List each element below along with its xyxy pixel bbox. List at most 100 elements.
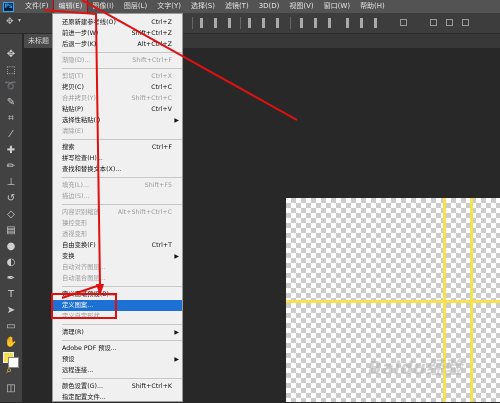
edit-menu-item[interactable]: 查找和替换文本(X)... (53, 164, 182, 175)
menu-view[interactable]: 视图(V) (284, 0, 318, 13)
menu-item-shortcut: Ctrl+V (151, 106, 172, 113)
menu-help[interactable]: 帮助(H) (355, 0, 390, 13)
tools-panel: ✥ ⬚ ➰ ✎ ⌗ ⁄ ✚ ✏ ⊥ ↺ ◇ ▤ ● ◐ ✒ T ➤ ▭ ✋ ⌕ … (0, 34, 23, 402)
menu-separator (62, 340, 182, 341)
healing-icon[interactable]: ✚ (3, 144, 19, 158)
edit-menu-item[interactable]: 清除(E) (53, 126, 182, 137)
stamp-icon[interactable]: ⊥ (3, 176, 19, 190)
quick-select-icon[interactable]: ✎ (3, 96, 19, 110)
align-top-icon[interactable] (248, 18, 251, 28)
menu-filter[interactable]: 滤镜(T) (220, 0, 254, 13)
menu-bar: Ps 文件(F) 编辑(E) 图像(I) 图层(L) 文字(Y) 选择(S) 滤… (0, 0, 500, 14)
brush-icon[interactable]: ✏ (3, 160, 19, 174)
edit-menu-item[interactable]: 透视变形 (53, 229, 182, 240)
menu-separator (62, 177, 182, 178)
edit-menu-item[interactable]: 粘贴(P) Ctrl+V (53, 104, 182, 115)
pen-icon[interactable]: ✒ (3, 272, 19, 286)
marquee-icon[interactable]: ⬚ (3, 64, 19, 78)
edit-menu-item[interactable]: 预设 ▶ (53, 354, 182, 365)
menu-item-label: 清除(E) (62, 128, 84, 135)
distribute-top-icon[interactable] (300, 18, 303, 28)
menu-image[interactable]: 图像(I) (87, 0, 119, 13)
edit-menu-item[interactable]: 颜色设置(G)... Shift+Ctrl+K (53, 381, 182, 392)
edit-menu-item[interactable]: 填充(L)... Shift+F5 (53, 180, 182, 191)
background-color-swatch[interactable] (8, 357, 19, 368)
dodge-icon[interactable]: ◐ (3, 256, 19, 270)
align-left-icon[interactable] (200, 18, 203, 28)
document-tab[interactable]: 未标题 (24, 34, 53, 48)
3d-pan-icon[interactable] (462, 19, 469, 26)
gradient-icon[interactable]: ▤ (3, 224, 19, 238)
blur-icon[interactable]: ● (3, 240, 19, 254)
edit-menu-item[interactable]: 描边(S)... (53, 191, 182, 202)
menu-item-label: 指定配置文件... (62, 394, 106, 401)
eraser-icon[interactable]: ◇ (3, 208, 19, 222)
auto-align-icon[interactable] (400, 19, 407, 26)
edit-menu-item[interactable]: Adobe PDF 预设... (53, 343, 182, 354)
edit-menu-item[interactable]: 还原新建参考线(O) Ctrl+Z (53, 17, 182, 28)
edit-menu-item[interactable]: 合并拷贝(Y) Shift+Ctrl+C (53, 93, 182, 104)
crop-icon[interactable]: ⌗ (3, 112, 19, 126)
menu-layer[interactable]: 图层(L) (119, 0, 152, 13)
edit-menu-item[interactable]: 自由变换(F) Ctrl+T (53, 240, 182, 251)
edit-menu-item[interactable]: 后退一步(K) Alt+Ctrl+Z (53, 39, 182, 50)
edit-menu-item[interactable]: 远程连接... (53, 365, 182, 376)
edit-menu-item[interactable]: 渐隐(D)... Shift+Ctrl+F (53, 55, 182, 66)
menu-item-shortcut: Shift+Ctrl+Z (131, 30, 172, 37)
hand-icon[interactable]: ✋ (3, 336, 19, 350)
edit-menu-item[interactable]: 搜索 Ctrl+F (53, 142, 182, 153)
edit-menu-item[interactable]: 剪切(T) Ctrl+X (53, 71, 182, 82)
distribute-middle-icon[interactable] (314, 18, 317, 28)
edit-menu-item[interactable]: 拼写检查(H)... (53, 153, 182, 164)
edit-menu-item[interactable]: 变换 ▶ (53, 251, 182, 262)
eyedropper-icon[interactable]: ⁄ (3, 128, 19, 142)
menu-separator (62, 286, 182, 287)
menu-item-label: 自动混合图层... (62, 275, 106, 282)
move-icon[interactable]: ✥ (3, 48, 19, 62)
menu-type[interactable]: 文字(Y) (152, 0, 186, 13)
edit-menu-item[interactable]: 前进一步(W) Shift+Ctrl+Z (53, 28, 182, 39)
edit-menu-item[interactable]: 内容识别缩放 Alt+Shift+Ctrl+C (53, 207, 182, 218)
menu-item-label: 搜索 (62, 144, 75, 151)
menu-edit[interactable]: 编辑(E) (52, 0, 89, 14)
align-bottom-icon[interactable] (276, 18, 279, 28)
submenu-arrow-icon: ▶ (174, 329, 179, 336)
align-center-icon[interactable] (214, 18, 217, 28)
type-icon[interactable]: T (3, 288, 19, 302)
chevron-down-icon[interactable]: ▾ (18, 17, 21, 24)
align-right-icon[interactable] (228, 18, 231, 28)
edit-menu-item[interactable]: 清理(R) ▶ (53, 327, 182, 338)
edit-toolbar-icon[interactable]: ◫ (3, 382, 19, 396)
distribute-left-icon[interactable] (346, 18, 349, 28)
menu-item-shortcut: Shift+Ctrl+F (132, 57, 172, 64)
history-brush-icon[interactable]: ↺ (3, 192, 19, 206)
menu-item-label: 粘贴(P) (62, 106, 84, 113)
shape-icon[interactable]: ▭ (3, 320, 19, 334)
align-middle-icon[interactable] (262, 18, 265, 28)
distribute-center-icon[interactable] (360, 18, 363, 28)
edit-menu-item[interactable]: 自动混合图层... (53, 273, 182, 284)
menu-item-label: 查找和替换文本(X)... (62, 166, 122, 173)
edit-menu-item[interactable]: 选择性粘贴(I) ▶ (53, 115, 182, 126)
3d-mode-icon[interactable] (430, 19, 437, 26)
annotation-box (51, 293, 117, 319)
menu-file[interactable]: 文件(F) (20, 0, 54, 13)
distribute-bottom-icon[interactable] (328, 18, 331, 28)
edit-menu-item[interactable]: 操控变形 (53, 218, 182, 229)
menu-separator (62, 378, 182, 379)
edit-menu-item[interactable]: 拷贝(C) Ctrl+C (53, 82, 182, 93)
move-tool-icon[interactable]: ✥ (6, 17, 14, 27)
3d-rotate-icon[interactable] (446, 19, 453, 26)
edit-menu-item[interactable]: 自动对齐图层... (53, 262, 182, 273)
menu-item-label: 预设 (62, 356, 75, 363)
lasso-icon[interactable]: ➰ (3, 80, 19, 94)
vertical-guide[interactable] (470, 198, 473, 402)
menu-3d[interactable]: 3D(D) (254, 0, 285, 13)
path-select-icon[interactable]: ➤ (3, 304, 19, 318)
horizontal-guide[interactable] (286, 300, 500, 303)
watermark: Baidu经验 (368, 358, 462, 379)
distribute-right-icon[interactable] (374, 18, 377, 28)
menu-select[interactable]: 选择(S) (186, 0, 220, 13)
menu-window[interactable]: 窗口(W) (319, 0, 355, 13)
edit-menu-item[interactable]: 指定配置文件... (53, 392, 182, 403)
